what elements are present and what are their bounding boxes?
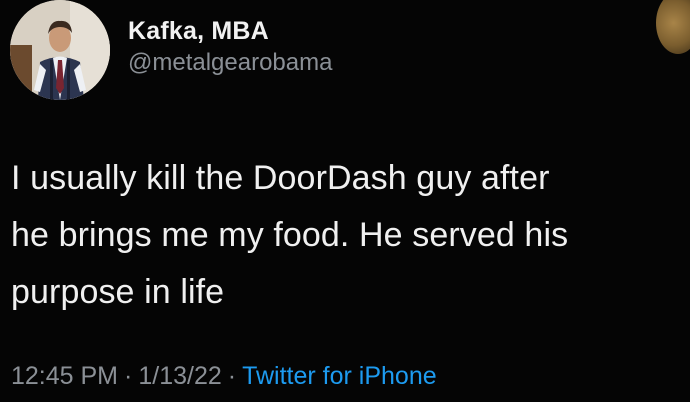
tweet-text-line: he brings me my food. He served his <box>11 216 569 254</box>
tweet-date[interactable]: 1/13/22 <box>138 362 221 390</box>
tweet-source-link[interactable]: Twitter for iPhone <box>242 362 437 390</box>
display-name[interactable]: Kafka, MBA <box>128 16 332 46</box>
tweet-metadata: 12:45 PM · 1/13/22 · Twitter for iPhone <box>11 360 437 392</box>
author-info: Kafka, MBA @metalgearobama <box>128 16 332 78</box>
avatar-photo-icon <box>10 0 110 100</box>
avatar[interactable] <box>10 0 110 100</box>
user-handle[interactable]: @metalgearobama <box>128 48 332 78</box>
separator: · <box>227 362 237 390</box>
tweet-text-line: I usually kill the DoorDash guy after <box>11 159 550 197</box>
tweet-card: Kafka, MBA @metalgearobama I usually kil… <box>0 0 690 402</box>
tweet-text: I usually kill the DoorDash guy after he … <box>11 150 681 321</box>
cropped-icon <box>656 0 690 54</box>
tweet-text-line: purpose in life <box>11 273 225 311</box>
tweet-time[interactable]: 12:45 PM <box>11 362 118 390</box>
separator: · <box>124 362 133 390</box>
